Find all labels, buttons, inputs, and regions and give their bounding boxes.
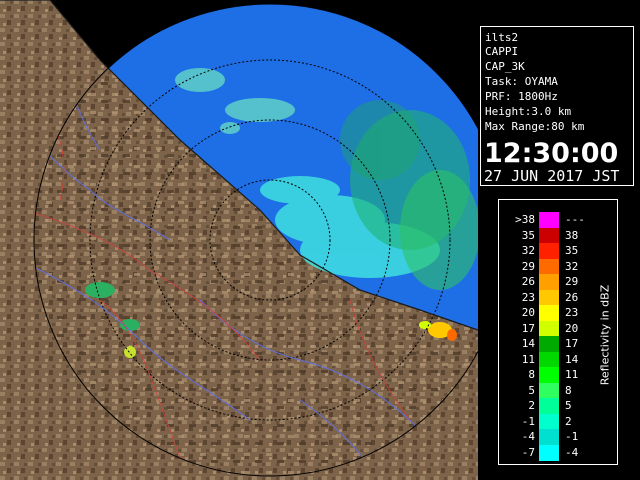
legend-low-value: 2 <box>528 399 535 412</box>
legend-swatch <box>539 274 559 290</box>
legend-low-value: 20 <box>521 306 535 319</box>
radar-map-svg <box>0 0 478 480</box>
legend-row: 35 38 <box>499 227 617 244</box>
legend-low-value: -7 <box>521 445 535 459</box>
legend-swatch <box>539 305 559 321</box>
legend-swatch <box>539 320 559 337</box>
task-label: Task: OYAMA <box>485 75 558 88</box>
legend-row: -4 -1 <box>499 429 617 445</box>
max-range-label: Max Range:80 km <box>485 120 585 133</box>
prf-label: PRF: 1800Hz <box>485 90 558 103</box>
product-type: CAPPI <box>485 45 519 58</box>
legend-swatch <box>539 398 559 414</box>
legend-row: -7 -4 <box>499 444 617 461</box>
legend-swatch <box>539 258 559 275</box>
radar-map <box>0 0 478 480</box>
legend-low-value: 32 <box>521 244 535 257</box>
legend-swatch <box>539 382 559 399</box>
legend-low-value: 11 <box>521 352 535 366</box>
legend-high-value: -1 <box>565 430 579 443</box>
legend-low-value: 8 <box>528 368 535 381</box>
legend-low-value: >38 <box>515 213 535 226</box>
legend-swatch <box>539 429 559 445</box>
legend-title: Reflectivity in dBZ <box>595 260 615 410</box>
legend-high-value: --- <box>565 213 585 226</box>
legend-low-value: 17 <box>521 321 535 335</box>
height-label: Height:3.0 km <box>485 105 572 118</box>
time-display: 12:30:00 <box>484 138 619 169</box>
legend-swatch <box>539 243 559 259</box>
station-name: ilts2 <box>485 31 519 44</box>
legend-low-value: 26 <box>521 275 535 288</box>
legend-swatch <box>539 336 559 352</box>
legend-swatch <box>539 444 559 461</box>
legend-swatch <box>539 212 559 228</box>
legend-swatch <box>539 351 559 368</box>
info-panel: ilts2 CAPPI CAP_3K Task: OYAMA PRF: 1800… <box>480 26 634 186</box>
legend-low-value: 35 <box>521 228 535 242</box>
product-name: CAP_3K <box>485 60 525 73</box>
legend-high-value: 38 <box>565 228 579 242</box>
reflectivity-legend: >38 --- 35 38 32 35 29 32 26 29 23 26 20 23 17 20 14 17 11… <box>498 199 618 465</box>
legend-high-value: 35 <box>565 244 579 257</box>
legend-title-text: Reflectivity in dBZ <box>598 284 612 386</box>
legend-row: 32 35 <box>499 243 617 259</box>
legend-swatch <box>539 413 559 430</box>
legend-low-value: 23 <box>521 290 535 304</box>
legend-swatch <box>539 367 559 383</box>
legend-low-value: -1 <box>521 414 535 428</box>
legend-high-value: 2 <box>565 414 572 428</box>
legend-low-value: 14 <box>521 337 535 350</box>
legend-row: -1 2 <box>499 413 617 430</box>
legend-low-value: -4 <box>521 430 535 443</box>
legend-swatch <box>539 227 559 244</box>
legend-low-value: 29 <box>521 259 535 273</box>
legend-low-value: 5 <box>528 383 535 397</box>
legend-high-value: -4 <box>565 445 579 459</box>
legend-swatch <box>539 289 559 306</box>
legend-row: >38 --- <box>499 212 617 228</box>
date-display: 27 JUN 2017 JST <box>484 167 620 185</box>
